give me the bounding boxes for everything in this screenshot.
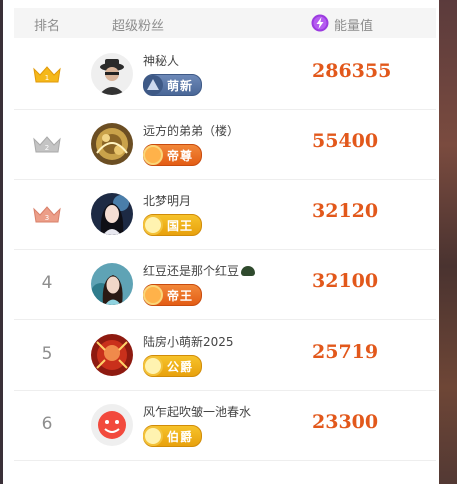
rank-badge: 公爵 — [143, 355, 203, 377]
fan-name: 红豆还是那个红豆 — [143, 262, 256, 279]
car-emoji-icon — [241, 266, 256, 276]
energy-value: 32120 — [312, 200, 379, 222]
svg-text:1: 1 — [45, 74, 49, 82]
avatar[interactable] — [91, 193, 133, 235]
fan-name: 神秘人 — [143, 54, 180, 68]
rank-badge: 国王 — [143, 214, 203, 236]
fan-name: 陆房小萌新2025 — [143, 335, 234, 349]
leaderboard-header: 排名 超级粉丝 能量值 — [14, 8, 436, 38]
svg-text:2: 2 — [45, 144, 49, 152]
background-right-edge — [439, 0, 457, 484]
rank-badge: 帝王 — [143, 284, 203, 306]
energy-value: 55400 — [312, 130, 379, 152]
energy-value: 25719 — [312, 341, 379, 363]
rank-number: 5 — [41, 344, 53, 364]
fan-name: 风乍起吹皱一池春水 — [143, 405, 252, 419]
energy-value: 23300 — [312, 411, 379, 433]
bronze-crown-icon: 3 — [33, 206, 61, 223]
window-left-edge — [0, 0, 3, 484]
energy-column-header: 能量值 — [334, 19, 374, 34]
silver-crown-icon: 2 — [33, 136, 61, 153]
rank-badge: 萌新 — [143, 74, 203, 96]
rank-number: 6 — [41, 414, 53, 434]
energy-bolt-icon — [311, 14, 329, 32]
leaderboard-row[interactable]: 3 北梦明月 国王 32120 — [14, 179, 436, 250]
leaderboard-row[interactable]: 5 陆房小萌新2025 公爵 25719 — [14, 320, 436, 391]
avatar[interactable] — [91, 334, 133, 376]
gold-crown-icon: 1 — [33, 66, 61, 83]
badge-emblem-icon — [143, 426, 163, 446]
rank-badge: 伯爵 — [143, 425, 203, 447]
energy-value: 32100 — [312, 270, 379, 292]
avatar[interactable] — [91, 404, 133, 446]
fan-name: 北梦明月 — [143, 194, 192, 208]
avatar[interactable] — [91, 53, 133, 95]
fan-column-header: 超级粉丝 — [112, 19, 165, 34]
badge-emblem-icon — [143, 356, 163, 376]
badge-emblem-icon — [143, 145, 163, 165]
rank-column-header: 排名 — [34, 19, 61, 34]
leaderboard-row[interactable]: 4 红豆还是那个红豆 帝王 32100 — [14, 249, 436, 320]
svg-text:3: 3 — [45, 214, 49, 222]
leaderboard-row[interactable]: 6 风乍起吹皱一池春水 伯爵 23300 — [14, 390, 436, 461]
energy-value: 286355 — [312, 60, 392, 82]
rank-badge: 帝尊 — [143, 144, 203, 166]
leaderboard-row[interactable]: 1 神秘人 萌新 286355 — [14, 39, 436, 110]
avatar[interactable] — [91, 263, 133, 305]
fan-name: 远方的弟弟（楼） — [143, 124, 240, 138]
badge-emblem-icon — [143, 75, 163, 95]
badge-emblem-icon — [143, 285, 163, 305]
avatar[interactable] — [91, 123, 133, 165]
badge-emblem-icon — [143, 215, 163, 235]
leaderboard-row[interactable]: 2 远方的弟弟（楼） 帝尊 55400 — [14, 109, 436, 180]
rank-number: 4 — [41, 273, 53, 293]
